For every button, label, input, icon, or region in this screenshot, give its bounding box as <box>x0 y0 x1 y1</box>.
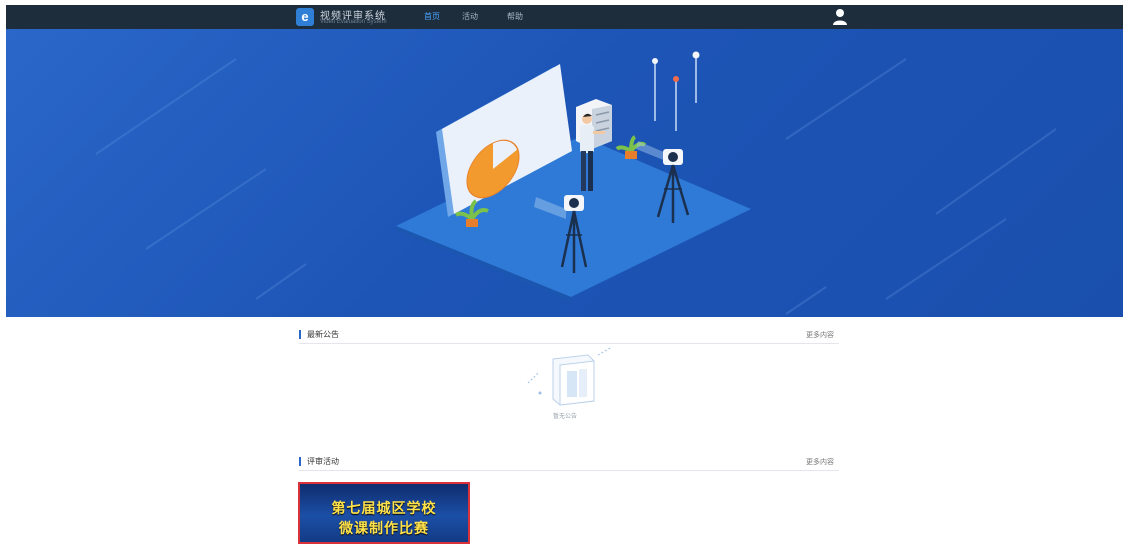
nav-home[interactable]: 首页 <box>424 11 440 22</box>
empty-state-icon <box>527 346 613 406</box>
hero-banner <box>6 29 1123 317</box>
logo-icon[interactable]: e <box>296 8 314 26</box>
notice-more-link[interactable]: 更多内容 <box>806 330 834 340</box>
nav-activities[interactable]: 活动 <box>462 11 478 22</box>
notice-divider <box>299 343 839 344</box>
activity-card-title-line1: 第七届城区学校 <box>331 500 437 516</box>
hero-illustration <box>95 51 1057 315</box>
activities-more-link[interactable]: 更多内容 <box>806 457 834 467</box>
nav-help[interactable]: 帮助 <box>507 11 523 22</box>
empty-state-text: 暂无公告 <box>553 414 578 420</box>
floating-pins <box>652 51 700 131</box>
notice-section-title: 最新公告 <box>299 330 339 339</box>
activity-card-title-line2: 微课制作比赛 <box>339 520 429 536</box>
top-navbar: e 视频评审系统 Video Evaluation System 首页 活动 帮… <box>6 5 1123 29</box>
activities-section-title: 评审活动 <box>299 457 339 466</box>
activity-card[interactable]: 第七届城区学校 微课制作比赛 <box>298 482 470 544</box>
app-subtitle: Video Evaluation System <box>320 19 387 25</box>
user-icon[interactable] <box>832 8 848 26</box>
activities-divider <box>299 470 839 471</box>
